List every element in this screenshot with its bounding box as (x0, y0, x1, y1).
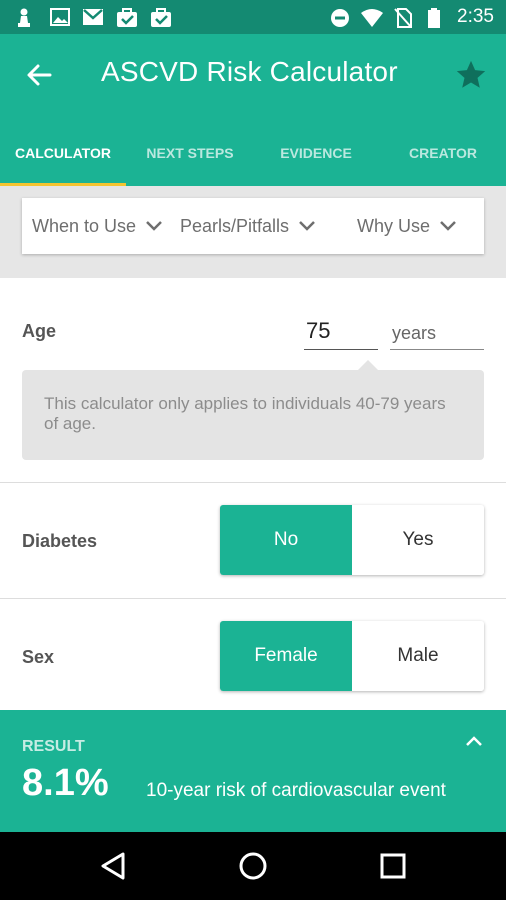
status-bar: 2:35 (0, 0, 506, 34)
chevron-up-icon (466, 736, 482, 746)
wifi-icon (360, 8, 384, 33)
info-links-card: When to Use Pearls/Pitfalls Why Use (22, 198, 484, 254)
diabetes-label: Diabetes (22, 531, 98, 551)
back-button[interactable] (22, 58, 56, 92)
nav-home-button[interactable] (237, 850, 269, 882)
pearls-pitfalls-label: Pearls/Pitfalls (180, 216, 290, 236)
divider (0, 598, 506, 599)
tab-creator[interactable]: CREATOR (380, 138, 506, 186)
app-bar: ASCVD Risk Calculator CALCULATOR NEXT ST… (0, 34, 506, 186)
age-units-select[interactable]: years (390, 312, 484, 350)
favorite-button[interactable] (454, 58, 488, 92)
pawn-notification-icon (16, 8, 32, 33)
warning-pointer (358, 360, 378, 370)
triangle-back-icon (101, 852, 125, 880)
sex-toggle: Female Male (220, 621, 484, 691)
expand-result-button[interactable] (462, 730, 486, 754)
when-to-use-link[interactable]: When to Use (32, 198, 163, 254)
arrow-back-icon (27, 64, 52, 86)
diabetes-yes-button[interactable]: Yes (352, 505, 484, 575)
why-use-link[interactable]: Why Use (357, 198, 457, 254)
result-description: 10-year risk of cardiovascular event (146, 780, 446, 801)
nav-back-button[interactable] (97, 850, 129, 882)
diabetes-toggle: No Yes (220, 505, 484, 575)
sex-label: Sex (22, 647, 55, 667)
result-panel[interactable]: RESULT 8.1% 10-year risk of cardiovascul… (0, 710, 506, 832)
age-label: Age (22, 321, 57, 341)
do-not-disturb-icon (330, 8, 350, 33)
status-time: 2:35 (457, 6, 494, 27)
diabetes-no-button[interactable]: No (220, 505, 352, 575)
chevron-down-icon (440, 220, 456, 231)
page-title: ASCVD Risk Calculator (101, 56, 398, 87)
briefcase-check-icon (150, 8, 172, 33)
chevron-down-icon (146, 220, 162, 231)
result-label: RESULT (22, 738, 85, 755)
tab-calculator[interactable]: CALCULATOR (0, 138, 126, 186)
square-recents-icon (380, 853, 406, 879)
why-use-label: Why Use (357, 216, 431, 236)
star-icon (456, 60, 486, 88)
sex-male-button[interactable]: Male (352, 621, 484, 691)
circle-home-icon (239, 852, 267, 880)
sex-female-button[interactable]: Female (220, 621, 352, 691)
battery-icon (428, 8, 440, 33)
info-section: When to Use Pearls/Pitfalls Why Use (0, 186, 506, 278)
gmail-icon (82, 8, 104, 31)
result-value: 8.1% (22, 762, 109, 804)
chevron-down-icon (299, 220, 315, 231)
pearls-pitfalls-link[interactable]: Pearls/Pitfalls (180, 198, 316, 254)
image-icon (50, 8, 70, 31)
tab-evidence[interactable]: EVIDENCE (253, 138, 379, 186)
tab-bar: CALCULATOR NEXT STEPS EVIDENCE CREATOR (0, 138, 506, 186)
age-warning-message: This calculator only applies to individu… (22, 370, 484, 460)
divider (0, 482, 506, 483)
navigation-bar (0, 832, 506, 900)
nav-recents-button[interactable] (377, 850, 409, 882)
age-input[interactable] (304, 312, 378, 350)
clipboard-check-icon (116, 8, 138, 33)
tab-next-steps[interactable]: NEXT STEPS (127, 138, 253, 186)
when-to-use-label: When to Use (32, 216, 137, 236)
no-sim-icon (394, 8, 412, 33)
